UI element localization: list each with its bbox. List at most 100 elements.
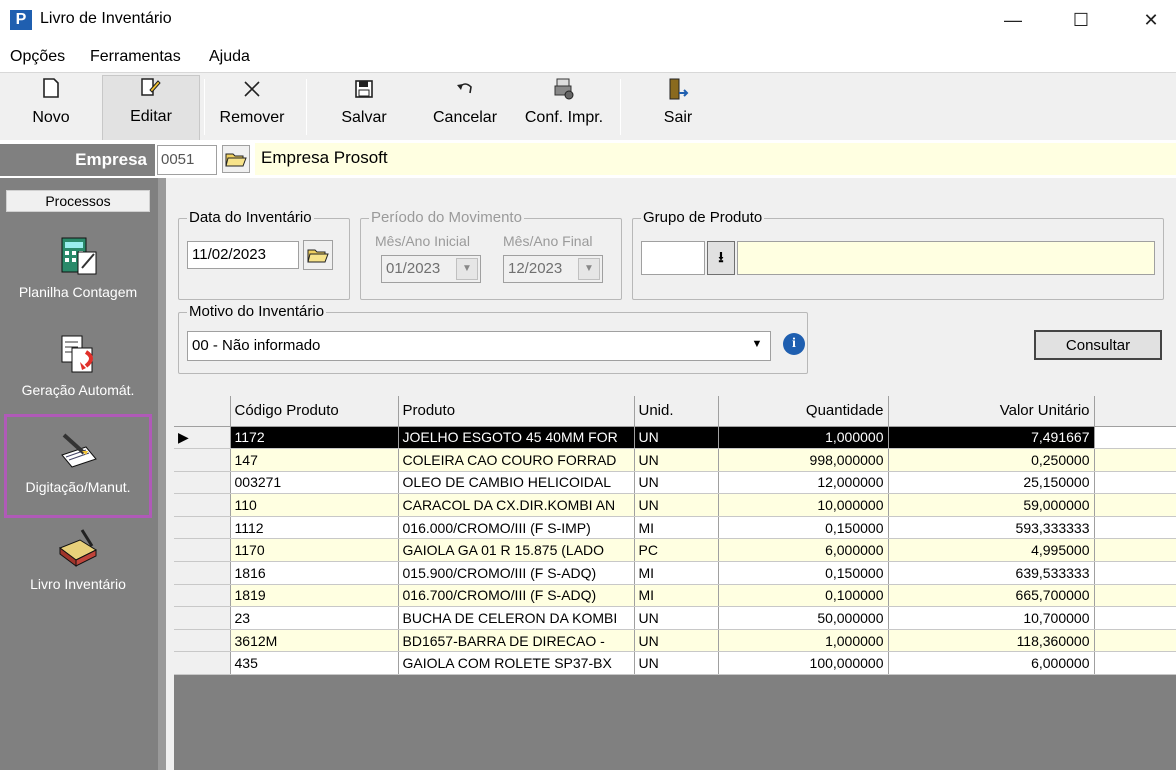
column-header-unid[interactable]: Unid. xyxy=(634,396,719,427)
conf-impr-button[interactable]: Conf. Impr. xyxy=(516,77,612,139)
editar-button[interactable]: Editar xyxy=(102,75,200,141)
cell-quantidade[interactable]: 0,100000 xyxy=(718,584,889,608)
cell-codigo[interactable]: 110 xyxy=(230,493,399,517)
table-row[interactable]: 23 BUCHA DE CELERON DA KOMBI UN 50,000000 10… xyxy=(174,606,1176,630)
cell-unid[interactable]: UN xyxy=(634,651,719,676)
cell-unid[interactable]: PC xyxy=(634,538,719,563)
cell-produto[interactable]: 015.900/CROMO/III (F S-ADQ) xyxy=(398,561,635,585)
table-row[interactable]: 435 GAIOLA COM ROLETE SP37-BX UN 100,000000… xyxy=(174,651,1176,676)
cell-produto[interactable]: JOELHO ESGOTO 45 40MM FOR xyxy=(398,426,635,450)
sidebar-item-livro-inventario[interactable]: Livro Inventário xyxy=(4,526,152,592)
table-row[interactable]: 1112 016.000/CROMO/III (F S-IMP) MI 0,15000… xyxy=(174,516,1176,540)
table-row[interactable]: 1170 GAIOLA GA 01 R 15.875 (LADO PC 6,00000… xyxy=(174,538,1176,563)
cell-valor-unitario[interactable]: 118,360000 xyxy=(888,629,1095,653)
table-row[interactable]: 1816 015.900/CROMO/III (F S-ADQ) MI 0,15000… xyxy=(174,561,1176,585)
cell-codigo[interactable]: 435 xyxy=(230,651,399,676)
cell-produto[interactable]: GAIOLA GA 01 R 15.875 (LADO xyxy=(398,538,635,563)
mes-ano-inicial-select[interactable]: 01/2023 ▼ xyxy=(381,255,481,283)
cell-codigo[interactable]: 003271 xyxy=(230,471,399,495)
cell-unid[interactable]: UN xyxy=(634,629,719,653)
cell-codigo[interactable]: 147 xyxy=(230,448,399,472)
column-header-quantidade[interactable]: Quantidade xyxy=(718,396,889,427)
menu-ferramentas[interactable]: Ferramentas xyxy=(90,48,181,66)
cell-unid[interactable]: UN xyxy=(634,426,719,450)
cancelar-button[interactable]: Cancelar xyxy=(426,77,504,139)
cell-codigo[interactable]: 1112 xyxy=(230,516,399,540)
cell-produto[interactable]: GAIOLA COM ROLETE SP37-BX xyxy=(398,651,635,676)
cell-quantidade[interactable]: 10,000000 xyxy=(718,493,889,517)
cell-produto[interactable]: COLEIRA CAO COURO FORRAD xyxy=(398,448,635,472)
table-row[interactable]: 3612M BD1657-BARRA DE DIRECAO - UN 1,000000… xyxy=(174,629,1176,653)
cell-unid[interactable]: UN xyxy=(634,448,719,472)
cell-codigo[interactable]: 1172 xyxy=(230,426,399,450)
consultar-button[interactable]: Consultar xyxy=(1034,330,1162,360)
cell-valor-unitario[interactable]: 7,491667 xyxy=(888,426,1095,450)
cell-produto[interactable]: 016.700/CROMO/III (F S-ADQ) xyxy=(398,584,635,608)
close-button[interactable]: ✕ xyxy=(1128,0,1174,40)
table-row[interactable]: 147 COLEIRA CAO COURO FORRAD UN 998,000000 0… xyxy=(174,448,1176,472)
empresa-lookup-button[interactable] xyxy=(222,145,250,173)
cell-quantidade[interactable]: 0,150000 xyxy=(718,561,889,585)
cell-quantidade[interactable]: 1,000000 xyxy=(718,426,889,450)
cell-valor-unitario[interactable]: 10,700000 xyxy=(888,606,1095,630)
cell-codigo[interactable]: 1819 xyxy=(230,584,399,608)
cell-codigo[interactable]: 23 xyxy=(230,606,399,630)
cell-produto[interactable]: CARACOL DA CX.DIR.KOMBI AN xyxy=(398,493,635,517)
cell-unid[interactable]: MI xyxy=(634,561,719,585)
column-header-produto[interactable]: Produto xyxy=(398,396,635,427)
cell-produto[interactable]: BD1657-BARRA DE DIRECAO - xyxy=(398,629,635,653)
data-inventario-input[interactable]: 11/02/2023 xyxy=(187,241,299,269)
empresa-code-input[interactable]: 0051 xyxy=(157,145,217,175)
minimize-button[interactable]: — xyxy=(990,0,1036,40)
cell-unid[interactable]: MI xyxy=(634,584,719,608)
cell-quantidade[interactable]: 100,000000 xyxy=(718,651,889,676)
cell-quantidade[interactable]: 12,000000 xyxy=(718,471,889,495)
cell-valor-unitario[interactable]: 593,333333 xyxy=(888,516,1095,540)
salvar-button[interactable]: Salvar xyxy=(326,77,402,139)
cell-quantidade[interactable]: 1,000000 xyxy=(718,629,889,653)
column-header-valor-unitario[interactable]: Valor Unitário xyxy=(888,396,1095,427)
cell-unid[interactable]: MI xyxy=(634,516,719,540)
cell-quantidade[interactable]: 0,150000 xyxy=(718,516,889,540)
menu-opcoes[interactable]: Opções xyxy=(10,48,65,66)
cell-unid[interactable]: UN xyxy=(634,471,719,495)
cell-valor-unitario[interactable]: 665,700000 xyxy=(888,584,1095,608)
cell-valor-unitario[interactable]: 59,000000 xyxy=(888,493,1095,517)
cell-valor-unitario[interactable]: 6,000000 xyxy=(888,651,1095,676)
cell-quantidade[interactable]: 6,000000 xyxy=(718,538,889,563)
sidebar-item-digitacao-manutencao[interactable]: Digitação/Manut. xyxy=(4,414,152,518)
download-arrow-icon: ⭳ xyxy=(718,249,724,266)
sidebar-item-planilha-contagem[interactable]: Planilha Contagem xyxy=(4,234,152,300)
cell-produto[interactable]: OLEO DE CAMBIO HELICOIDAL xyxy=(398,471,635,495)
table-row[interactable]: ▶ 1172 JOELHO ESGOTO 45 40MM FOR UN 1,000000… xyxy=(174,426,1176,450)
cell-codigo[interactable]: 3612M xyxy=(230,629,399,653)
cell-valor-unitario[interactable]: 0,250000 xyxy=(888,448,1095,472)
info-icon[interactable]: i xyxy=(783,333,805,355)
cell-quantidade[interactable]: 998,000000 xyxy=(718,448,889,472)
table-row[interactable]: 1819 016.700/CROMO/III (F S-ADQ) MI 0,10000… xyxy=(174,584,1176,608)
sidebar-item-geracao-automatica[interactable]: Geração Automát. xyxy=(4,332,152,398)
cell-codigo[interactable]: 1170 xyxy=(230,538,399,563)
maximize-button[interactable]: ☐ xyxy=(1058,0,1104,40)
cell-produto[interactable]: 016.000/CROMO/III (F S-IMP) xyxy=(398,516,635,540)
cell-valor-unitario[interactable]: 4,995000 xyxy=(888,538,1095,563)
sair-button[interactable]: Sair xyxy=(648,77,708,139)
table-row[interactable]: 003271 OLEO DE CAMBIO HELICOIDAL UN 12,0000… xyxy=(174,471,1176,495)
cell-unid[interactable]: UN xyxy=(634,493,719,517)
mes-ano-final-select[interactable]: 12/2023 ▼ xyxy=(503,255,603,283)
grupo-produto-code-input[interactable] xyxy=(641,241,705,275)
column-header-codigo[interactable]: Código Produto xyxy=(230,396,399,427)
cell-produto[interactable]: BUCHA DE CELERON DA KOMBI xyxy=(398,606,635,630)
grupo-produto-lookup-button[interactable]: ⭳ xyxy=(707,241,735,275)
table-row[interactable]: 110 CARACOL DA CX.DIR.KOMBI AN UN 10,000000… xyxy=(174,493,1176,517)
cell-quantidade[interactable]: 50,000000 xyxy=(718,606,889,630)
cell-valor-unitario[interactable]: 25,150000 xyxy=(888,471,1095,495)
cell-codigo[interactable]: 1816 xyxy=(230,561,399,585)
cell-unid[interactable]: UN xyxy=(634,606,719,630)
cell-valor-unitario[interactable]: 639,533333 xyxy=(888,561,1095,585)
menu-ajuda[interactable]: Ajuda xyxy=(209,48,250,66)
motivo-inventario-select[interactable]: 00 - Não informado ▼ xyxy=(187,331,771,361)
novo-button[interactable]: Novo xyxy=(20,77,82,139)
remover-button[interactable]: Remover xyxy=(212,77,292,139)
data-inventario-picker-button[interactable] xyxy=(303,240,333,270)
